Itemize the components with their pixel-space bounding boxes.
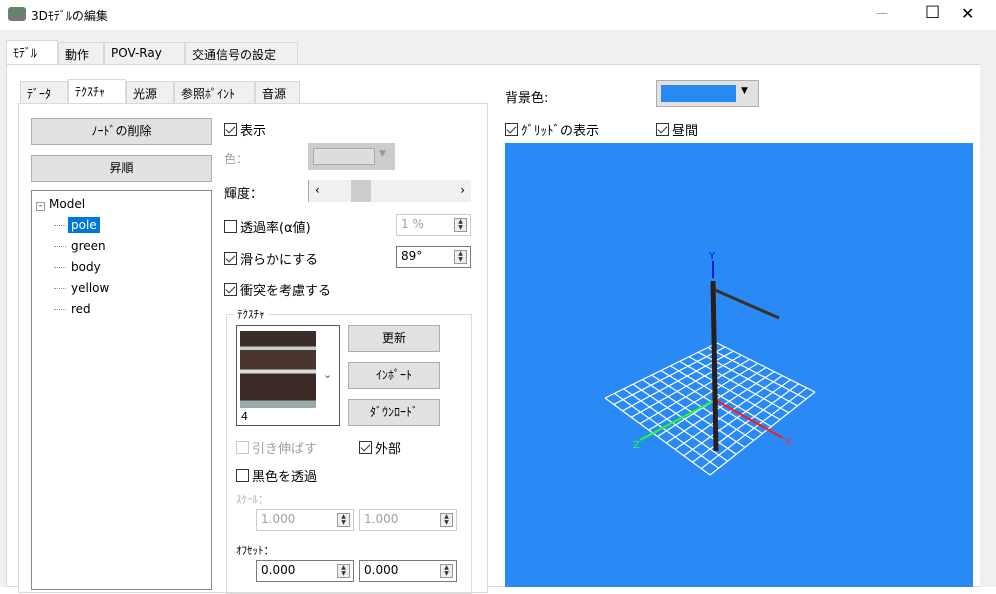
- tree-item-pole[interactable]: pole: [36, 215, 211, 236]
- pole-arm: [714, 288, 780, 320]
- scale-label: ｽｹｰﾙ：: [236, 493, 269, 506]
- show-checkbox[interactable]: 表示: [224, 120, 266, 139]
- close-button[interactable]: ✕: [961, 4, 974, 23]
- texture-index: 4: [241, 410, 248, 423]
- tab-ref-point[interactable]: 参照ﾎﾟｲﾝﾄ: [174, 81, 255, 103]
- tab-motion[interactable]: 動作: [58, 42, 104, 64]
- collapse-icon[interactable]: -: [36, 202, 45, 211]
- brightness-label: 輝度：: [224, 187, 264, 202]
- offset-label: ｵﾌｾｯﾄ：: [236, 544, 275, 557]
- scroll-left-icon[interactable]: ‹: [315, 183, 320, 197]
- axis-x-label: X: [785, 437, 792, 448]
- offset-y-input[interactable]: 0.000 ▲ ▼: [359, 560, 457, 582]
- import-button[interactable]: ｲﾝﾎﾟｰﾄ: [348, 362, 440, 389]
- update-button[interactable]: 更新: [348, 325, 440, 352]
- texture-selector[interactable]: ⌄ 4: [236, 325, 340, 426]
- bg-color-swatch: [661, 85, 736, 102]
- scale-y-input[interactable]: 1.000 ▲ ▼: [359, 509, 457, 531]
- tree-item-green[interactable]: green: [36, 236, 211, 257]
- transparency-checkbox[interactable]: 透過率(α値): [224, 217, 311, 236]
- main-tabs: ﾓﾃﾞﾙ 動作 POV-Ray 交通信号の設定: [6, 40, 306, 64]
- bg-color-dropdown[interactable]: ▼: [656, 80, 759, 107]
- axis-z-label: Z: [633, 440, 640, 451]
- tree-item-yellow[interactable]: yellow: [36, 278, 211, 299]
- grid-line: [709, 391, 816, 476]
- brightness-slider[interactable]: ‹ ›: [308, 180, 471, 202]
- delete-node-button[interactable]: ﾉｰﾄﾞの削除: [31, 118, 212, 145]
- spin-arrows-icon[interactable]: ▲ ▼: [337, 513, 350, 527]
- model-tree[interactable]: - Model pole green body yellow red: [31, 190, 212, 590]
- spin-arrows-icon[interactable]: ▲ ▼: [440, 513, 453, 527]
- tab-sound[interactable]: 音源: [255, 81, 300, 103]
- collision-checkbox[interactable]: 衝突を考慮する: [224, 280, 331, 299]
- scale-x-input[interactable]: 1.000 ▲ ▼: [256, 509, 354, 531]
- tab-data[interactable]: ﾃﾞｰﾀ: [20, 81, 68, 103]
- color-dropdown[interactable]: ▼: [308, 143, 395, 170]
- window-title: 3Dﾓﾃﾞﾙの編集: [31, 9, 108, 23]
- color-label: 色：: [224, 152, 249, 166]
- tab-light[interactable]: 光源: [126, 81, 174, 103]
- sub-tabs: ﾃﾞｰﾀ ﾃｸｽﾁｬ 光源 参照ﾎﾟｲﾝﾄ 音源: [20, 79, 310, 103]
- smooth-angle-input[interactable]: 89° ▲ ▼: [396, 246, 471, 268]
- pole: [710, 280, 719, 452]
- stretch-checkbox[interactable]: 引き伸ばす: [236, 438, 317, 457]
- tree-item-red[interactable]: red: [36, 299, 211, 320]
- spin-arrows-icon[interactable]: ▲ ▼: [454, 218, 467, 232]
- transparency-input[interactable]: 1 % ▲ ▼: [396, 214, 471, 236]
- slider-thumb[interactable]: [351, 180, 371, 202]
- black-transparent-checkbox[interactable]: 黒色を透過: [236, 466, 317, 485]
- spin-arrows-icon[interactable]: ▲ ▼: [454, 250, 467, 264]
- spin-arrows-icon[interactable]: ▲ ▼: [337, 564, 350, 578]
- scrollbar[interactable]: [980, 64, 996, 587]
- maximize-button[interactable]: ☐: [925, 3, 940, 23]
- sort-asc-button[interactable]: 昇順: [31, 155, 212, 182]
- chevron-down-icon: ▼: [741, 86, 748, 96]
- tree-root-label: Model: [49, 197, 86, 211]
- spin-arrows-icon[interactable]: ▲ ▼: [440, 564, 453, 578]
- grid-line: [716, 342, 816, 393]
- tab-signal-settings[interactable]: 交通信号の設定: [185, 42, 298, 64]
- grid-checkbox[interactable]: ｸﾞﾘｯﾄﾞの表示: [505, 120, 599, 139]
- smooth-checkbox[interactable]: 滑らかにする: [224, 249, 318, 268]
- chevron-down-icon: ⌄: [323, 368, 333, 381]
- minimize-button[interactable]: —: [876, 6, 888, 20]
- grid-line: [707, 347, 807, 400]
- axis-y-label: Y: [708, 251, 716, 262]
- floor-grid: [604, 342, 816, 476]
- tree-root[interactable]: - Model: [36, 194, 211, 215]
- external-checkbox[interactable]: 外部: [359, 438, 401, 457]
- title-bar: 3Dﾓﾃﾞﾙの編集 — ☐ ✕: [0, 0, 996, 30]
- app-icon: [8, 7, 26, 21]
- scroll-right-icon[interactable]: ›: [460, 183, 465, 197]
- tab-povray[interactable]: POV-Ray: [104, 42, 185, 64]
- daytime-checkbox[interactable]: 昼間: [656, 120, 698, 139]
- tab-texture[interactable]: ﾃｸｽﾁｬ: [68, 79, 126, 103]
- bg-color-label: 背景色:: [505, 91, 549, 106]
- chevron-down-icon: ▼: [379, 149, 386, 159]
- texture-group-label: ﾃｸｽﾁｬ: [234, 306, 268, 322]
- texture-thumbnail: [240, 331, 316, 408]
- tree-item-body[interactable]: body: [36, 257, 211, 278]
- tab-model[interactable]: ﾓﾃﾞﾙ: [6, 40, 58, 64]
- 3d-viewport[interactable]: X Z Y: [505, 143, 973, 587]
- download-button[interactable]: ﾀﾞｳﾝﾛｰﾄﾞ: [348, 399, 440, 426]
- offset-x-input[interactable]: 0.000 ▲ ▼: [256, 560, 354, 582]
